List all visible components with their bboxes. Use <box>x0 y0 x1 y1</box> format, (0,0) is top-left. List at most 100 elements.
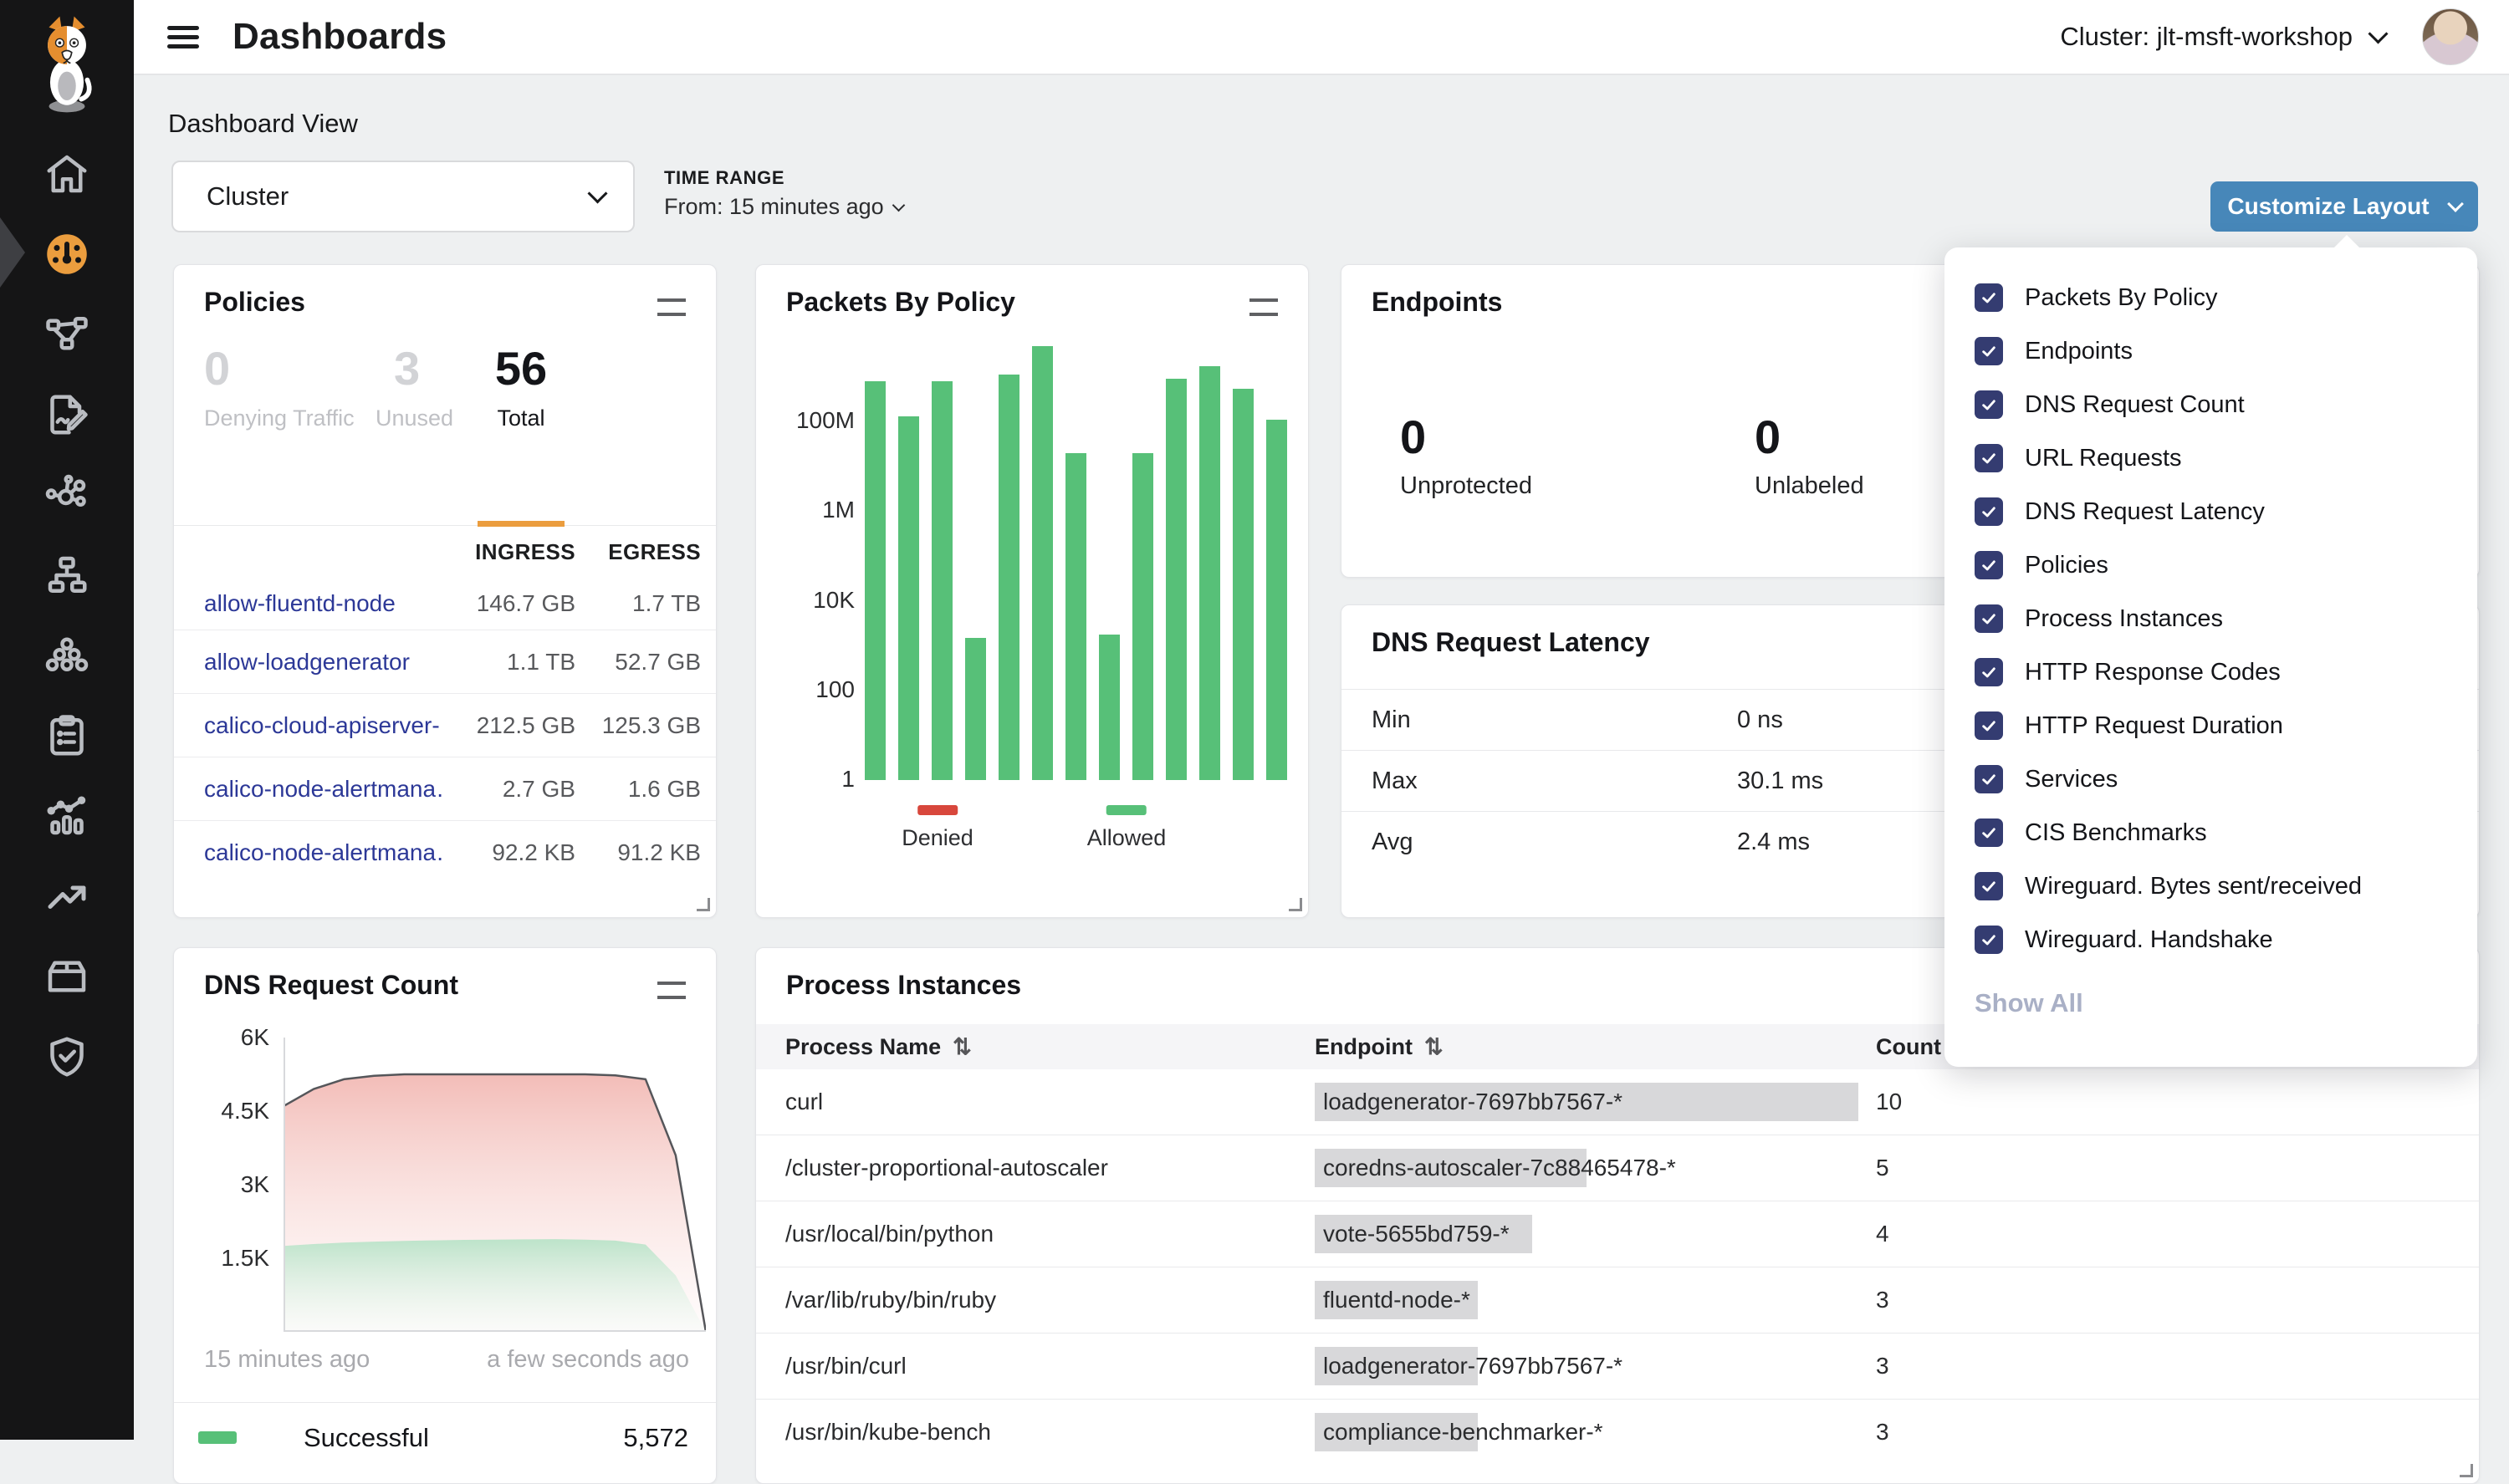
menu-item[interactable]: Packets By Policy <box>1944 271 2477 324</box>
cluster-selector[interactable]: Cluster: jlt-msft-workshop <box>2060 22 2385 52</box>
count-cell: 10 <box>1876 1089 2479 1115</box>
column-header-process-name[interactable]: Process Name⇅ <box>756 1034 1305 1060</box>
menu-item[interactable]: CIS Benchmarks <box>1944 806 2477 859</box>
table-row: /var/lib/ruby/bin/rubyfluentd-node-*3 <box>756 1267 2479 1333</box>
bar[interactable] <box>1132 453 1153 780</box>
menu-item[interactable]: DNS Request Latency <box>1944 485 2477 538</box>
menu-item[interactable]: HTTP Request Duration <box>1944 699 2477 752</box>
bar[interactable] <box>1065 453 1086 780</box>
endpoint-chip[interactable]: loadgenerator-7697bb7567-* <box>1305 1083 1876 1121</box>
resize-handle[interactable] <box>1289 898 1302 911</box>
menu-item[interactable]: HTTP Response Codes <box>1944 645 2477 699</box>
endpoint-chip[interactable]: fluentd-node-* <box>1305 1281 1876 1319</box>
menu-item[interactable]: Services <box>1944 752 2477 806</box>
table-row: /cluster-proportional-autoscalercoredns-… <box>756 1135 2479 1201</box>
checkbox-checked-icon[interactable] <box>1975 551 2003 579</box>
bar[interactable] <box>898 416 919 780</box>
sidebar-item-dashboards[interactable] <box>0 214 134 294</box>
legend-denied[interactable]: Denied <box>902 805 973 851</box>
stat-value: 0 <box>204 345 355 392</box>
checkbox-checked-icon[interactable] <box>1975 658 2003 686</box>
customize-layout-button[interactable]: Customize Layout <box>2210 181 2478 232</box>
endpoint-chip[interactable]: coredns-autoscaler-7c88465478-* <box>1305 1149 1876 1187</box>
bar[interactable] <box>932 381 953 780</box>
resize-handle[interactable] <box>697 898 710 911</box>
checkbox-checked-icon[interactable] <box>1975 497 2003 526</box>
sidebar-item-network-sets[interactable] <box>0 535 134 615</box>
time-range-value[interactable]: From: 15 minutes ago <box>664 194 903 220</box>
checkbox-checked-icon[interactable] <box>1975 818 2003 847</box>
policy-name-link[interactable]: allow-fluentd-node <box>174 590 442 617</box>
show-all-link[interactable]: Show All <box>1975 988 2477 1018</box>
checkbox-checked-icon[interactable] <box>1975 604 2003 633</box>
policy-name-link[interactable]: calico-node-alertmana… <box>174 839 442 866</box>
bar[interactable] <box>1166 379 1187 780</box>
drag-handle-icon[interactable] <box>1249 298 1278 316</box>
checkbox-checked-icon[interactable] <box>1975 337 2003 365</box>
sidebar-item-flows[interactable] <box>0 294 134 375</box>
endpoint-chip[interactable]: vote-5655bd759-* <box>1305 1215 1876 1253</box>
bar[interactable] <box>965 638 986 780</box>
bar[interactable] <box>1099 635 1120 780</box>
sidebar-item-home[interactable] <box>0 134 134 214</box>
policies-stat-total[interactable]: 56Total <box>478 345 565 431</box>
menu-item[interactable]: Wireguard. Handshake <box>1944 913 2477 966</box>
user-avatar[interactable] <box>2422 8 2479 65</box>
bar[interactable] <box>999 375 1019 780</box>
checkbox-checked-icon[interactable] <box>1975 872 2003 900</box>
checkbox-checked-icon[interactable] <box>1975 390 2003 419</box>
policy-name-link[interactable]: calico-node-alertmana… <box>174 776 442 803</box>
process-name-cell: /var/lib/ruby/bin/ruby <box>756 1287 1305 1313</box>
sidebar-item-compliance[interactable] <box>0 696 134 776</box>
resize-handle[interactable] <box>2460 1464 2473 1477</box>
drag-handle-icon[interactable] <box>657 982 686 999</box>
menu-item[interactable]: Wireguard. Bytes sent/received <box>1944 859 2477 913</box>
card-title: Process Instances <box>786 970 1021 1001</box>
column-header-ingress[interactable]: INGRESS <box>442 539 575 565</box>
bar[interactable] <box>1032 346 1053 780</box>
checkbox-checked-icon[interactable] <box>1975 283 2003 312</box>
dashboard-view-heading: Dashboard View <box>168 109 358 139</box>
policy-name-link[interactable]: calico-cloud-apiserver-… <box>174 712 442 739</box>
sidebar <box>0 0 134 1440</box>
hamburger-menu-icon[interactable] <box>167 21 199 54</box>
bar[interactable] <box>1233 389 1254 780</box>
bar[interactable] <box>1266 420 1287 780</box>
menu-item[interactable]: Endpoints <box>1944 324 2477 378</box>
checkbox-checked-icon[interactable] <box>1975 711 2003 740</box>
policies-card: Policies 0Denying Traffic3Unused56Total … <box>173 264 717 918</box>
active-tab-indicator <box>478 521 565 527</box>
policy-ingress-value: 212.5 GB <box>442 712 575 739</box>
checkbox-checked-icon[interactable] <box>1975 926 2003 954</box>
y-tick-label: 100 <box>763 676 855 703</box>
sidebar-item-reports[interactable] <box>0 776 134 856</box>
checkbox-checked-icon[interactable] <box>1975 444 2003 472</box>
menu-item[interactable]: Process Instances <box>1944 592 2477 645</box>
endpoint-chip[interactable]: loadgenerator-7697bb7567-* <box>1305 1347 1876 1385</box>
stat-label: Unprotected <box>1400 472 1532 500</box>
legend-allowed[interactable]: Allowed <box>1087 805 1167 851</box>
column-header-endpoint[interactable]: Endpoint⇅ <box>1305 1034 1876 1060</box>
sidebar-item-trends[interactable] <box>0 856 134 936</box>
menu-item[interactable]: URL Requests <box>1944 431 2477 485</box>
sidebar-item-endpoints[interactable] <box>0 615 134 696</box>
card-title: DNS Request Count <box>204 970 458 1001</box>
menu-item[interactable]: Policies <box>1944 538 2477 592</box>
bar[interactable] <box>1199 366 1220 780</box>
sidebar-item-images[interactable] <box>0 936 134 1017</box>
policy-name-link[interactable]: allow-loadgenerator <box>174 649 442 676</box>
bar[interactable] <box>865 381 886 780</box>
sidebar-item-policies[interactable] <box>0 375 134 455</box>
endpoint-chip[interactable]: compliance-benchmarker-* <box>1305 1413 1876 1451</box>
checkbox-checked-icon[interactable] <box>1975 765 2003 793</box>
drag-handle-icon[interactable] <box>657 298 686 316</box>
sidebar-item-service-graph[interactable] <box>0 455 134 535</box>
column-header-egress[interactable]: EGRESS <box>575 539 701 565</box>
legend-successful[interactable]: Successful 5,572 <box>174 1413 716 1463</box>
policies-stat-denying-traffic[interactable]: 0Denying Traffic <box>204 345 355 431</box>
policies-stat-unused[interactable]: 3Unused <box>376 345 453 431</box>
dashboard-view-select[interactable]: Cluster <box>171 161 635 232</box>
menu-item[interactable]: DNS Request Count <box>1944 378 2477 431</box>
latency-label: Max <box>1341 767 1418 795</box>
sidebar-item-threat-defense[interactable] <box>0 1017 134 1097</box>
